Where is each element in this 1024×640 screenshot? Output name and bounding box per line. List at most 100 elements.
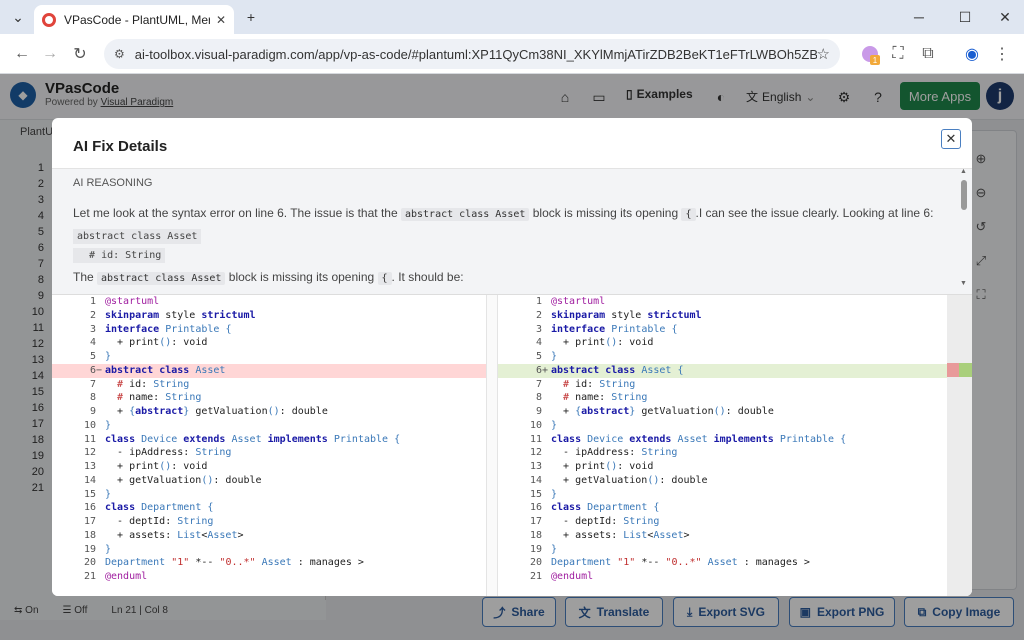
diff-modified-pane[interactable]: 1 @startuml 2 skinparam style strictuml 3 int… [498,295,947,596]
diff-divider[interactable] [486,295,498,596]
p1-text-c: .I can see the issue clearly. Looking at… [695,206,934,220]
tab-search-icon[interactable]: ⌄ [4,0,32,34]
diff-line: 14 + getValuation(): double [52,474,486,488]
diff-line-number: 17 [83,516,96,527]
diff-line-text: # id: String [117,378,190,390]
p2-text-c: . It should be: [391,270,464,284]
diff-line-text: @enduml [551,571,594,582]
diff-line: 9 + {abstract} getValuation(): double [52,405,486,419]
diff-line-text: + print(): void [551,337,654,349]
diff-line-number: 16 [83,502,96,514]
bookmark-star-icon[interactable]: ☆ [817,45,830,63]
window-close-icon[interactable]: ✕ [982,0,1024,34]
new-tab-icon[interactable]: + [236,0,266,34]
p2-code: abstract class Asset [97,272,226,285]
overview-addition-marker [959,363,972,377]
code-block-line-2: # id: String [73,248,166,263]
diff-line: 1 @startuml [498,295,947,309]
diff-line-text: + {abstract} getValuation(): double [551,406,774,417]
diff-line-text: abstract class Asset [105,364,226,376]
diff-line-number: 21 [83,571,96,582]
forward-icon[interactable]: → [36,40,64,68]
modal-title: AI Fix Details [73,138,168,155]
diff-line-text: + getValuation(): double [105,474,262,486]
diff-line-text: @enduml [105,571,148,582]
diff-line-number: 7 [89,378,96,390]
extension-badge: 1 [870,55,880,65]
diff-line-number: 4 [89,337,96,349]
minimize-icon[interactable]: ─ [896,0,942,34]
diff-line-number: 3 [89,323,96,335]
diff-line-text: + print(): void [551,461,654,472]
diff-line-number: 18 [529,529,542,541]
browser-tab[interactable]: VPasCode - PlantUML, Mermaid ✕ [34,5,234,34]
diff-line-number: 5 [89,351,96,362]
diff-line: 21 @enduml [498,570,947,584]
reasoning-scrollbar[interactable]: ▲ ▼ [960,168,968,288]
diff-line-text: } [551,419,558,431]
modal-close-icon[interactable]: ✕ [941,129,961,149]
diff-line-number: 11 [529,433,542,445]
diff-line: 12 - ipAddress: String [498,446,947,460]
diff-line: 8 # name: String [52,391,486,405]
diff-line-text: } [551,488,558,500]
ai-reasoning-panel: AI REASONING Let me look at the syntax e… [52,168,972,294]
diff-line-number: 10 [83,419,96,431]
extension-icon[interactable]: 1 [856,40,884,68]
scroll-up-icon[interactable]: ▲ [960,168,967,175]
back-icon[interactable]: ← [8,40,36,68]
reasoning-paragraph-1: Let me look at the syntax error on line … [73,203,940,225]
diff-line-text: - deptId: String [551,516,660,527]
diff-line: 16 class Department { [498,501,947,515]
extensions-puzzle-icon[interactable]: ⧉ [914,40,942,68]
diff-line: 7 # id: String [52,378,486,392]
diff-line-text: abstract class Asset { [551,364,684,376]
diff-line-text: class Device extends Asset implements Pr… [551,433,847,445]
diff-line-text: interface Printable { [551,323,678,335]
profile-icon[interactable]: ◉ [958,40,986,68]
code-block-line-1: abstract class Asset [73,229,202,244]
diff-line: 9 + {abstract} getValuation(): double [498,405,947,419]
diff-line-text: interface Printable { [105,323,232,335]
diff-line-text: - ipAddress: String [105,447,232,459]
diff-line-number: 12 [529,447,542,459]
diff-viewer: 1 @startuml 2 skinparam style strictuml 3 int… [52,294,972,596]
scrollbar-thumb[interactable] [961,180,967,210]
diff-line-number: 9 [535,406,542,417]
diff-line-text: } [551,543,558,555]
diff-line-text: - deptId: String [105,516,214,527]
diff-line: 12 - ipAddress: String [52,446,486,460]
site-favicon-icon [42,12,56,27]
diff-line-number: 15 [83,488,96,500]
diff-line-number: 8 [535,392,542,404]
reload-icon[interactable]: ↻ [66,40,94,68]
diff-line: 8 # name: String [498,391,947,405]
p1-code-2: { [681,208,696,221]
scroll-down-icon[interactable]: ▼ [960,280,967,287]
diff-line-number: 15 [529,488,542,500]
address-bar[interactable]: ⚙ ai-toolbox.visual-paradigm.com/app/vp-… [104,39,840,69]
diff-line: 3 interface Printable { [498,323,947,337]
site-info-icon[interactable]: ⚙ [114,47,125,61]
diff-line-text: @startuml [551,296,606,307]
diff-line-text: + assets: List<Asset> [551,529,690,541]
diff-line: 17 - deptId: String [52,515,486,529]
diff-original-pane[interactable]: 1 @startuml 2 skinparam style strictuml 3 int… [52,295,486,596]
diff-line: 19} [52,543,486,557]
p1-text-b: block is missing its opening [529,206,682,220]
diff-line-text: skinparam style strictuml [551,309,702,321]
diff-line-text: } [105,543,112,555]
tab-close-icon[interactable]: ✕ [216,13,226,27]
browser-menu-icon[interactable]: ⋮ [988,40,1016,68]
diff-overview-ruler[interactable] [947,295,972,596]
p1-code: abstract class Asset [400,208,530,221]
diff-line-text: Department "1" *-- "0..*" Asset : manage… [551,557,810,569]
diff-line-number: 2 [89,309,96,321]
url-text: ai-toolbox.visual-paradigm.com/app/vp-as… [134,46,817,62]
diff-line-number: 6 [535,364,542,376]
diff-line-number: 9 [89,406,96,417]
diff-line-number: 4 [535,337,542,349]
diff-line-text: # id: String [563,378,636,390]
screenshot-icon[interactable]: ⛶ [884,40,912,68]
diff-line-number: 3 [535,323,542,335]
